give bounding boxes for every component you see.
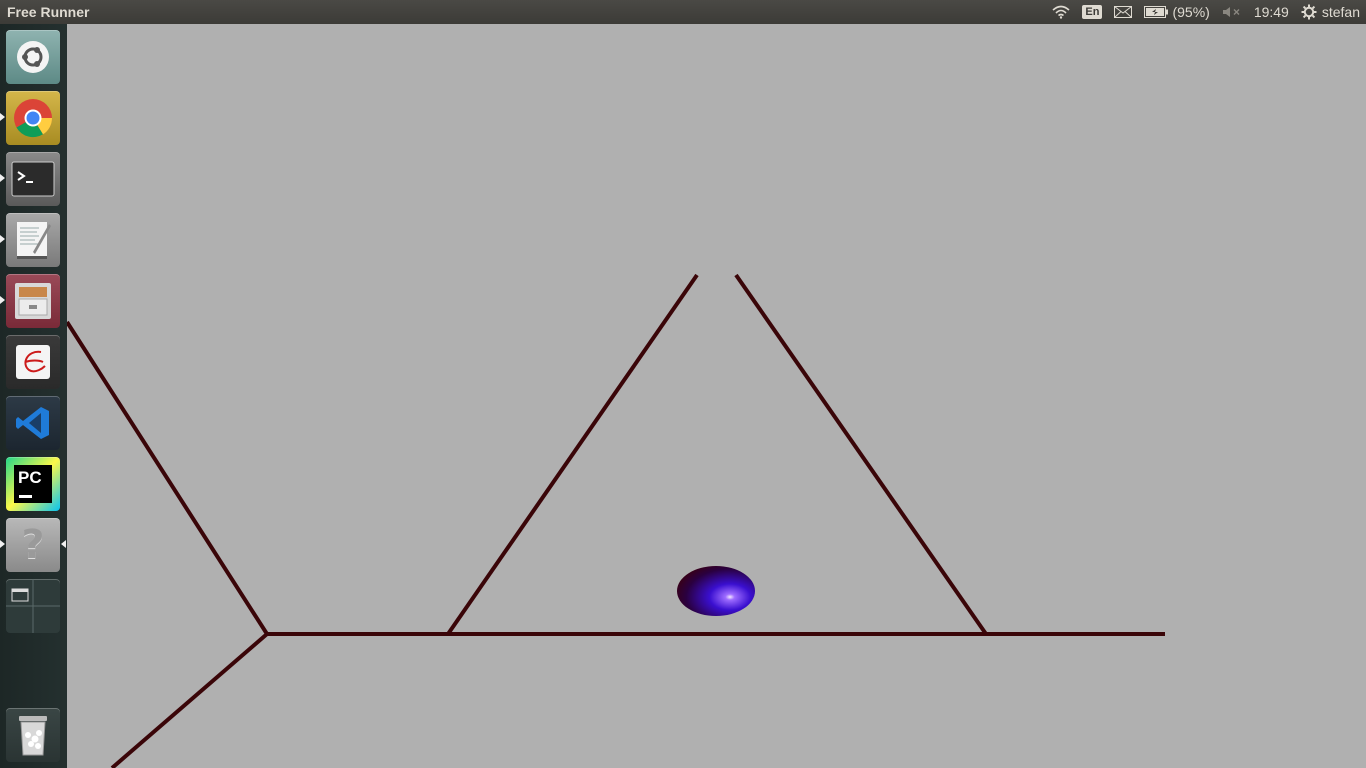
keyboard-layout-label: En bbox=[1082, 5, 1103, 19]
app-title: Free Runner bbox=[7, 4, 90, 20]
trash-icon bbox=[19, 716, 47, 756]
gear-icon bbox=[1301, 4, 1317, 20]
track-left-lower bbox=[110, 632, 269, 768]
mail-icon[interactable] bbox=[1114, 6, 1133, 18]
game-canvas[interactable] bbox=[67, 24, 1366, 768]
chrome-icon bbox=[14, 99, 53, 138]
document-viewer-icon bbox=[16, 345, 50, 379]
launcher-item-dash[interactable] bbox=[6, 30, 60, 84]
launcher-item-terminal[interactable] bbox=[6, 152, 60, 206]
running-indicator bbox=[0, 540, 5, 548]
running-indicator bbox=[0, 235, 5, 243]
track-triangle-right bbox=[734, 273, 988, 636]
launcher-item-workspace-switcher[interactable] bbox=[6, 579, 60, 633]
ubuntu-logo-icon bbox=[17, 41, 49, 73]
volume-muted-icon[interactable] bbox=[1222, 6, 1242, 18]
launcher: PC ? bbox=[0, 24, 67, 768]
clock[interactable]: 19:49 bbox=[1254, 4, 1289, 20]
pycharm-icon: PC bbox=[14, 465, 52, 503]
launcher-item-trash[interactable] bbox=[6, 708, 60, 762]
launcher-item-chrome[interactable] bbox=[6, 91, 60, 145]
wifi-icon[interactable] bbox=[1052, 5, 1070, 19]
workspace-switcher-icon bbox=[6, 579, 60, 633]
track-lines bbox=[67, 273, 1165, 768]
track-triangle-left bbox=[446, 273, 699, 636]
battery-percentage: (95%) bbox=[1172, 4, 1210, 20]
launcher-item-vscode[interactable] bbox=[6, 396, 60, 450]
launcher-item-document-viewer[interactable] bbox=[6, 335, 60, 389]
launcher-item-file-manager[interactable] bbox=[6, 274, 60, 328]
file-cabinet-icon bbox=[15, 283, 51, 319]
launcher-item-unknown-app[interactable]: ? bbox=[6, 518, 60, 572]
battery-indicator[interactable]: (95%) bbox=[1144, 4, 1210, 20]
running-indicator bbox=[0, 174, 5, 182]
focused-indicator bbox=[61, 540, 66, 548]
terminal-icon bbox=[11, 161, 55, 197]
user-name: stefan bbox=[1321, 4, 1360, 20]
launcher-item-pycharm[interactable]: PC bbox=[6, 457, 60, 511]
player-ball bbox=[677, 566, 755, 616]
session-menu[interactable]: stefan bbox=[1301, 4, 1360, 20]
battery-icon bbox=[1144, 6, 1169, 18]
question-mark-icon: ? bbox=[21, 522, 45, 568]
launcher-item-text-editor[interactable] bbox=[6, 213, 60, 267]
keyboard-layout-indicator[interactable]: En bbox=[1082, 5, 1103, 19]
running-indicator bbox=[0, 113, 5, 121]
track-left-upper bbox=[67, 320, 269, 636]
top-panel: Free Runner En (95%) 19:49 stefan bbox=[0, 0, 1366, 24]
running-indicator bbox=[0, 296, 5, 304]
text-editor-icon bbox=[17, 222, 51, 259]
indicator-area: En (95%) 19:49 stefan bbox=[1040, 0, 1360, 24]
vscode-icon bbox=[16, 407, 49, 439]
